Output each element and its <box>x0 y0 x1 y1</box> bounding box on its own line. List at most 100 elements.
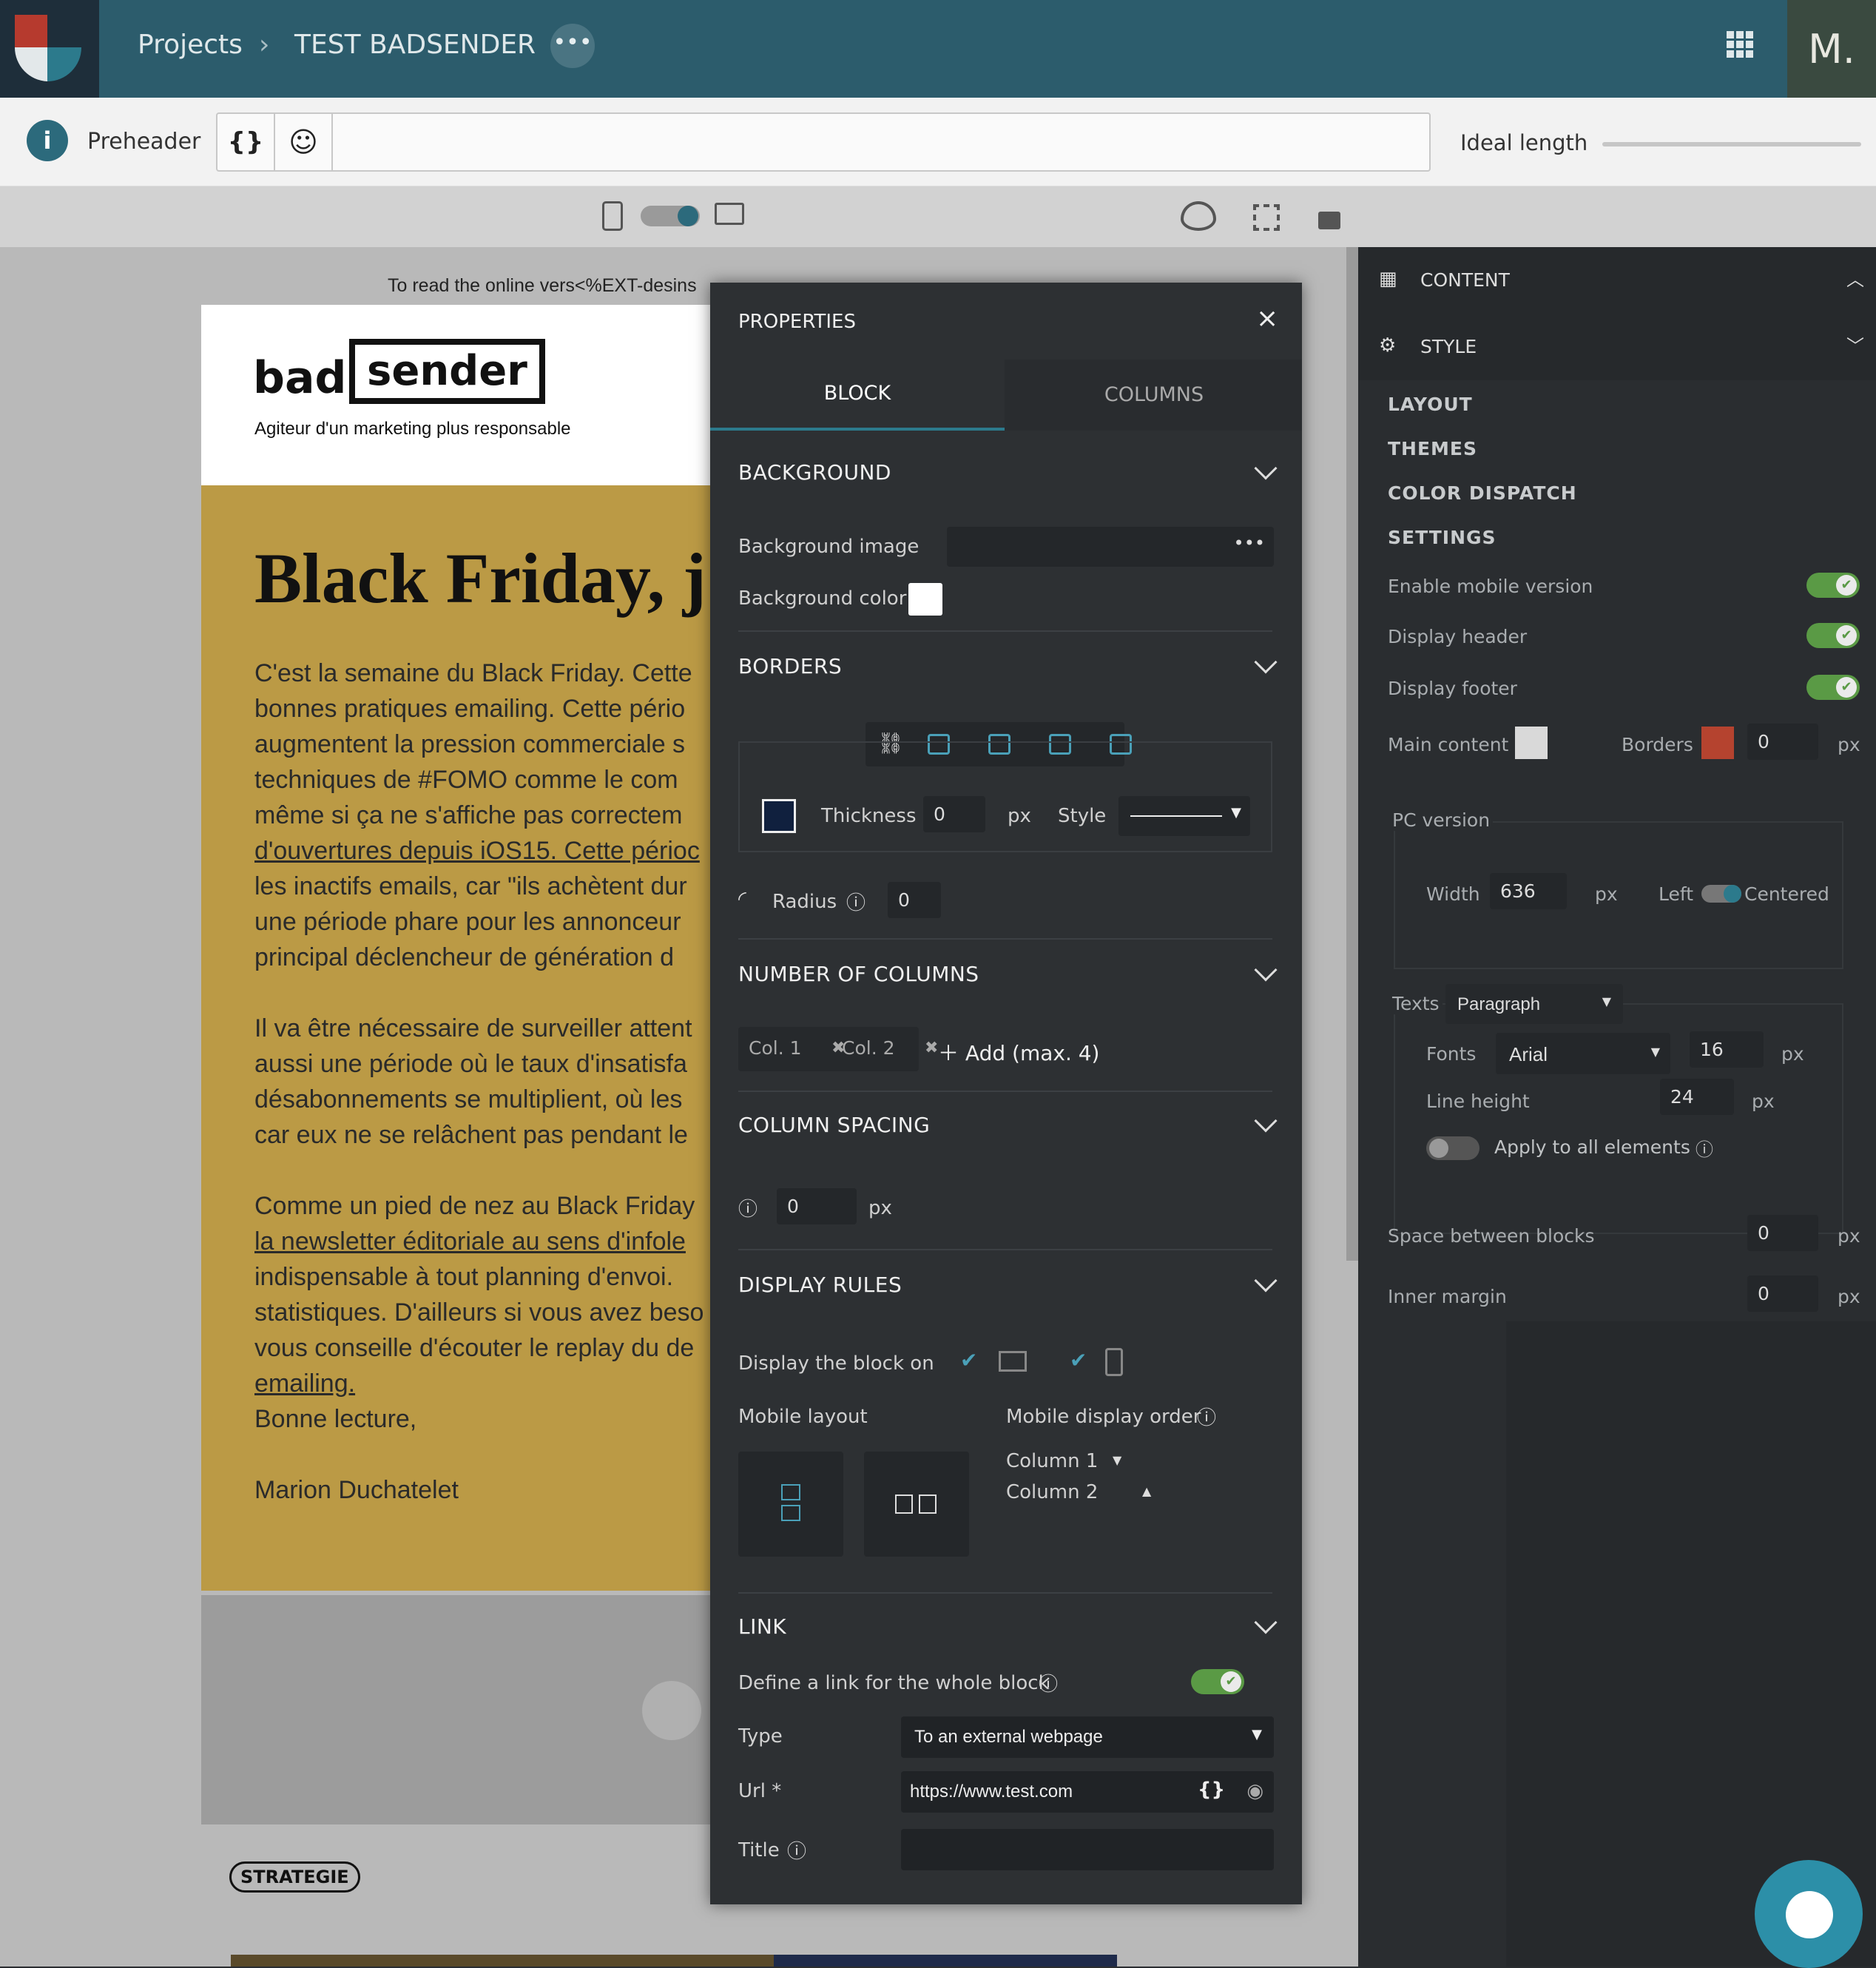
radius-input[interactable]: 0 <box>888 882 941 918</box>
tab-columns[interactable]: COLUMNS <box>1006 360 1302 431</box>
info-icon[interactable]: ⓘ <box>738 1194 758 1221</box>
view-toggle[interactable] <box>641 206 700 226</box>
background-color-swatch[interactable] <box>908 583 942 616</box>
section-link[interactable]: LINK <box>738 1614 786 1639</box>
folder-icon[interactable] <box>642 1681 701 1740</box>
image-placeholder-block[interactable] <box>201 1595 719 1824</box>
border-style-select[interactable]: ▼ <box>1118 796 1250 836</box>
layout-side-by-side-option[interactable] <box>864 1452 969 1557</box>
display-header-toggle[interactable] <box>1806 623 1860 648</box>
color-dispatch-section[interactable]: COLOR DISPATCH <box>1388 482 1577 504</box>
layout-section[interactable]: LAYOUT <box>1388 394 1473 415</box>
line-height-input[interactable]: 24 <box>1660 1079 1734 1115</box>
info-icon[interactable]: ⓘ <box>1197 1403 1216 1430</box>
move-up-icon[interactable]: ▲ <box>1142 1484 1151 1498</box>
section-number-of-columns[interactable]: NUMBER OF COLUMNS <box>738 962 979 986</box>
order-column-2[interactable]: Column 2 <box>1006 1481 1098 1503</box>
preview-eye-icon[interactable] <box>1181 201 1216 231</box>
preview-scrollbar[interactable] <box>1346 247 1358 1261</box>
define-link-toggle[interactable] <box>1191 1669 1244 1694</box>
background-image-label: Background image <box>738 536 920 558</box>
space-between-input[interactable]: 0 <box>1747 1215 1818 1251</box>
remove-icon[interactable]: ✖ <box>925 1039 938 1057</box>
email-body-block[interactable]: Black Friday, j C'est la semaine du Blac… <box>201 485 719 1591</box>
section-column-spacing[interactable]: COLUMN SPACING <box>738 1113 930 1137</box>
more-options-icon[interactable]: ••• <box>550 24 595 68</box>
breadcrumb-projects[interactable]: Projects <box>138 30 243 60</box>
apps-grid-icon[interactable] <box>1727 31 1753 58</box>
apply-all-toggle[interactable] <box>1426 1136 1479 1160</box>
px-unit: px <box>1595 883 1618 905</box>
settings-section[interactable]: SETTINGS <box>1388 527 1497 548</box>
borders-width-input[interactable]: 0 <box>1747 724 1818 760</box>
style-header[interactable]: ⚙ STYLE ﹀ <box>1358 314 1876 380</box>
borders-label: Borders <box>1622 734 1693 755</box>
check-icon[interactable]: ✔ <box>960 1348 977 1372</box>
project-name[interactable]: TEST BADSENDER <box>294 30 536 60</box>
user-avatar[interactable]: M. <box>1787 0 1876 98</box>
info-icon[interactable]: i <box>27 120 68 161</box>
chevron-down-icon[interactable] <box>1254 958 1278 982</box>
column-chip-2[interactable]: Col. 2 <box>842 1037 895 1059</box>
fonts-select[interactable]: Arial ▼ <box>1496 1033 1670 1074</box>
column-chip-1[interactable]: Col. 1 <box>749 1037 802 1059</box>
fullscreen-icon[interactable] <box>1253 204 1280 231</box>
info-icon[interactable]: ⓘ <box>846 888 866 915</box>
content-header[interactable]: ▦ CONTENT ︿ <box>1358 247 1876 314</box>
display-footer-toggle[interactable] <box>1806 675 1860 700</box>
add-column-button[interactable]: ＋ Add (max. 4) <box>938 1037 1099 1067</box>
main-content-color-swatch[interactable] <box>1515 727 1548 759</box>
desktop-view-icon[interactable] <box>715 203 744 225</box>
section-borders[interactable]: BORDERS <box>738 654 842 678</box>
more-icon[interactable]: ••• <box>1234 533 1265 553</box>
display-footer-label: Display footer <box>1388 678 1517 699</box>
unlock-icon[interactable] <box>1318 212 1340 229</box>
app-logo[interactable] <box>0 0 99 98</box>
link-type-select[interactable]: To an external webpage ▼ <box>901 1716 1274 1758</box>
border-color-swatch[interactable] <box>762 799 796 833</box>
texts-select[interactable]: Paragraph ▼ <box>1445 984 1623 1024</box>
section-background[interactable]: BACKGROUND <box>738 460 891 485</box>
chevron-down-icon[interactable] <box>1254 1269 1278 1293</box>
width-input[interactable]: 636 <box>1490 873 1567 909</box>
chat-button[interactable] <box>1755 1860 1863 1968</box>
chevron-down-icon[interactable] <box>1254 456 1278 480</box>
chevron-down-icon[interactable] <box>1254 650 1278 674</box>
column-spacing-input[interactable]: 0 <box>777 1188 857 1224</box>
move-down-icon[interactable]: ▼ <box>1113 1453 1121 1467</box>
email-header[interactable]: bad sender Agiteur d'un marketing plus r… <box>201 305 719 485</box>
apply-all-label: Apply to all elements <box>1494 1136 1690 1158</box>
mobile-view-icon[interactable] <box>602 201 623 231</box>
link-title-input[interactable] <box>901 1829 1274 1870</box>
order-column-1[interactable]: Column 1 <box>1006 1450 1098 1472</box>
section-display-rules[interactable]: DISPLAY RULES <box>738 1273 902 1297</box>
chevron-down-icon[interactable] <box>1254 1109 1278 1133</box>
info-icon[interactable]: ⓘ <box>1696 1135 1713 1161</box>
inner-margin-input[interactable]: 0 <box>1747 1276 1818 1312</box>
borders-color-swatch[interactable] <box>1701 727 1734 759</box>
emoji-icon[interactable]: ☺ <box>275 114 333 170</box>
enable-mobile-toggle[interactable] <box>1806 573 1860 598</box>
eye-icon[interactable]: ◉ <box>1246 1780 1263 1802</box>
close-icon[interactable]: × <box>1256 303 1278 334</box>
themes-section[interactable]: THEMES <box>1388 438 1477 459</box>
display-block-on-label: Display the block on <box>738 1352 934 1375</box>
preheader-input[interactable] <box>336 117 1423 167</box>
info-icon[interactable]: ⓘ <box>1039 1669 1058 1696</box>
variables-icon[interactable]: {} <box>1198 1779 1225 1801</box>
chevron-down-icon[interactable]: ﹀ <box>1846 331 1864 357</box>
info-icon[interactable]: ⓘ <box>787 1836 806 1864</box>
font-size-input[interactable]: 16 <box>1690 1031 1764 1068</box>
variables-button[interactable]: {} <box>217 114 275 170</box>
chevron-up-icon[interactable]: ︿ <box>1846 265 1864 291</box>
gear-icon: ⚙ <box>1379 334 1397 357</box>
check-icon[interactable]: ✔ <box>1070 1348 1087 1372</box>
thickness-input[interactable]: 0 <box>923 796 985 832</box>
layout-stacked-option[interactable] <box>738 1452 843 1557</box>
chevron-down-icon[interactable] <box>1254 1611 1278 1634</box>
background-image-field[interactable]: ••• <box>947 527 1274 567</box>
tab-block[interactable]: BLOCK <box>710 360 1005 431</box>
alignment-toggle[interactable] <box>1701 885 1741 903</box>
strategie-tag[interactable]: STRATEGIE <box>229 1861 360 1893</box>
url-input[interactable]: https://www.test.com {} ◉ <box>901 1771 1274 1813</box>
